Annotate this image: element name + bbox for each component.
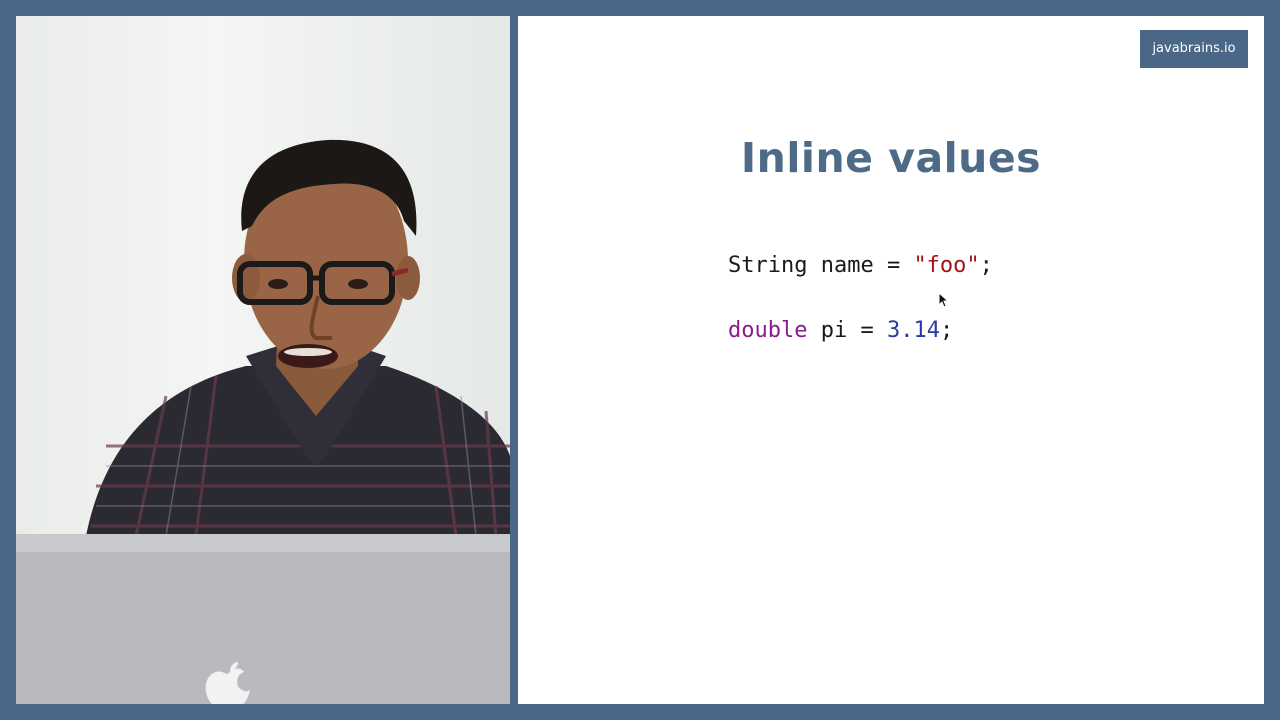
code-token-number-literal: 3.14	[886, 318, 940, 343]
code-token: ;	[979, 253, 993, 278]
code-token: ;	[939, 318, 954, 343]
slide-panel: javabrains.io Inline values String name …	[518, 16, 1264, 704]
code-block: String name = "foo"; double pi = 3.14;	[728, 250, 993, 347]
code-line-double: double pi = 3.14;	[728, 315, 993, 347]
code-token: String name =	[728, 253, 914, 278]
code-line-string: String name = "foo";	[728, 250, 993, 282]
brand-tag[interactable]: javabrains.io	[1140, 30, 1248, 68]
code-token-keyword: double	[728, 318, 808, 343]
mouse-cursor-icon	[938, 292, 950, 308]
presenter-video	[16, 16, 510, 704]
code-token: pi =	[807, 318, 887, 343]
slide-title: Inline values	[740, 134, 1042, 182]
apple-logo-icon	[205, 662, 250, 704]
presenter-illustration	[16, 139, 510, 704]
code-token-string-literal: "foo"	[913, 253, 980, 278]
